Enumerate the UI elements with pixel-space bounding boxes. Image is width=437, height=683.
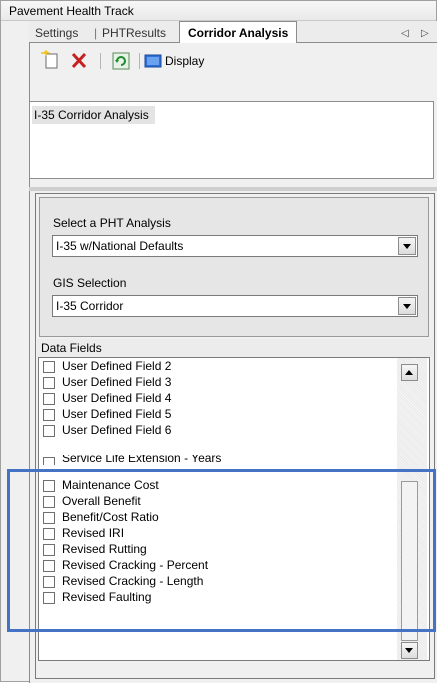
- tab-settings[interactable]: Settings: [35, 23, 78, 43]
- chevron-down-icon[interactable]: [398, 237, 416, 255]
- tab-corridor-analysis[interactable]: Corridor Analysis: [179, 21, 298, 44]
- toolbar-separator: [139, 53, 140, 69]
- delete-button[interactable]: [69, 49, 91, 73]
- data-fields-label: Data Fields: [37, 339, 433, 357]
- pht-analysis-label: Select a PHT Analysis: [53, 216, 171, 230]
- new-button[interactable]: [41, 49, 63, 73]
- field-label: User Defined Field 3: [62, 375, 172, 389]
- tab-phtresults[interactable]: PHTResults: [102, 23, 166, 43]
- field-label: User Defined Field 4: [62, 391, 172, 405]
- list-item[interactable]: User Defined Field 4: [40, 391, 395, 407]
- toolbar: Display: [29, 49, 437, 75]
- list-item[interactable]: User Defined Field 3: [40, 375, 395, 391]
- tab-separator: |: [94, 26, 98, 40]
- checkbox[interactable]: [43, 393, 55, 405]
- list-item[interactable]: User Defined Field 5: [40, 407, 395, 423]
- checkbox[interactable]: [43, 361, 55, 373]
- gis-selection-select[interactable]: I-35 Corridor: [52, 295, 418, 317]
- gis-selection-label: GIS Selection: [53, 276, 127, 290]
- checkbox[interactable]: [43, 425, 55, 437]
- list-item[interactable]: User Defined Field 2: [40, 359, 395, 375]
- field-label: User Defined Field 5: [62, 407, 172, 421]
- list-item[interactable]: Service Life Extension - Years: [40, 455, 395, 465]
- tab-scroll-left-icon[interactable]: ◁: [401, 23, 409, 43]
- field-label: User Defined Field 6: [62, 423, 172, 437]
- pht-panel: Pavement Health Track Settings | PHTResu…: [0, 0, 437, 683]
- checkbox[interactable]: [43, 457, 55, 465]
- refresh-button[interactable]: [111, 49, 133, 73]
- display-label: Display: [165, 54, 205, 68]
- pht-analysis-value: I-35 w/National Defaults: [56, 239, 184, 253]
- scroll-up-arrow-icon[interactable]: [401, 364, 418, 381]
- display-icon: [144, 54, 162, 68]
- delete-x-icon: [71, 52, 87, 69]
- splitter[interactable]: [29, 187, 437, 191]
- highlight-box: [7, 469, 436, 632]
- list-item[interactable]: I-35 Corridor Analysis: [32, 106, 155, 124]
- analysis-list[interactable]: I-35 Corridor Analysis: [29, 101, 434, 179]
- field-label: Service Life Extension - Years: [62, 455, 222, 465]
- gis-selection-value: I-35 Corridor: [56, 299, 124, 313]
- refresh-icon: [112, 52, 130, 70]
- checkbox[interactable]: [43, 409, 55, 421]
- tab-scroll-right-icon[interactable]: ▷: [421, 23, 429, 43]
- scroll-down-arrow-icon[interactable]: [401, 642, 418, 659]
- chevron-down-icon[interactable]: [398, 297, 416, 315]
- new-document-icon: [41, 50, 58, 69]
- tab-strip: Settings | PHTResults Corridor Analysis …: [29, 21, 437, 44]
- panel-title: Pavement Health Track: [1, 1, 436, 21]
- checkbox[interactable]: [43, 377, 55, 389]
- list-item[interactable]: User Defined Field 6: [40, 423, 395, 439]
- display-button[interactable]: Display: [143, 49, 233, 73]
- toolbar-separator: [100, 53, 101, 69]
- field-label: User Defined Field 2: [62, 359, 172, 373]
- pht-analysis-select[interactable]: I-35 w/National Defaults: [52, 235, 418, 257]
